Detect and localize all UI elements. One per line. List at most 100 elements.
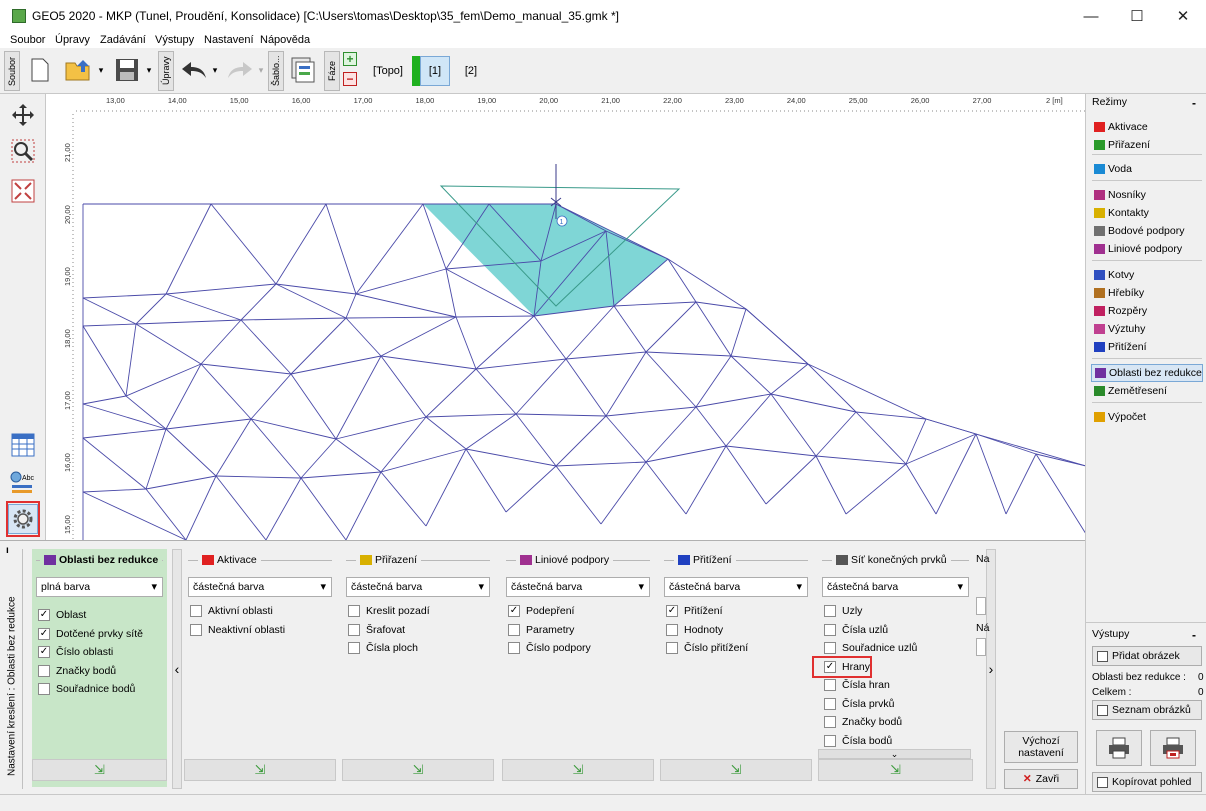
fill-mode-dropdown[interactable]: částečná barva — [346, 577, 490, 597]
checkbox-item[interactable]: Čísla ploch — [348, 640, 418, 656]
checkbox-item[interactable]: Značky bodů — [38, 663, 116, 679]
checkbox-item[interactable]: Neaktivní oblasti — [190, 622, 285, 638]
checkbox-item[interactable]: ✓ Dotčené prvky sítě — [38, 626, 143, 642]
remove-phase-icon[interactable]: − — [343, 72, 357, 86]
group-resize-handle[interactable]: ⇲ — [660, 759, 812, 781]
open-file-icon[interactable] — [64, 54, 94, 86]
checkbox-item[interactable]: Čísla uzlů — [824, 622, 888, 638]
redo-icon[interactable] — [224, 54, 256, 86]
group-resize-handle[interactable]: ⇲ — [184, 759, 336, 781]
upravy-tab[interactable]: Úpravy — [158, 51, 174, 91]
mode-item-voda[interactable]: Voda — [1094, 160, 1132, 178]
save-icon[interactable] — [112, 54, 142, 86]
checkbox-item[interactable]: Kreslit pozadí — [348, 603, 430, 619]
mode-item-prirazeni[interactable]: Přiřazení — [1094, 136, 1150, 154]
checkbox-checked[interactable]: ✓ — [38, 609, 50, 621]
undo-icon[interactable] — [178, 54, 210, 86]
checkbox-unchecked[interactable] — [824, 679, 836, 691]
checkbox-item[interactable]: ✓ Oblast — [38, 607, 86, 623]
menu-nastaveni[interactable]: Nastavení — [204, 34, 254, 46]
checkbox-item[interactable]: Číslo přitížení — [666, 640, 748, 656]
next-group-input-2[interactable] — [976, 638, 986, 656]
menu-napoveda[interactable]: Nápověda — [260, 34, 310, 46]
checkbox-item[interactable]: Hodnoty — [666, 622, 723, 638]
copy-view-button[interactable]: Kopírovat pohled — [1092, 772, 1202, 792]
outputs-collapse-button[interactable]: - — [1192, 628, 1196, 642]
table-icon[interactable] — [8, 430, 38, 460]
group-resize-handle[interactable]: ⇲ — [818, 759, 973, 781]
checkbox-unchecked[interactable] — [824, 642, 836, 654]
checkbox-item[interactable]: Parametry — [508, 622, 574, 638]
maximize-button[interactable]: ☐ — [1114, 0, 1160, 32]
checkbox-item[interactable]: ✓ Přitížení — [666, 603, 723, 619]
mode-item-liniove-podpory[interactable]: Liniové podpory — [1094, 240, 1182, 258]
soubor-tab[interactable]: Soubor — [4, 51, 20, 91]
zoom-icon[interactable] — [8, 136, 38, 166]
checkbox-unchecked[interactable] — [348, 642, 360, 654]
checkbox-unchecked[interactable] — [824, 697, 836, 710]
open-dropdown-icon[interactable]: ▾ — [96, 62, 106, 78]
checkbox-unchecked[interactable] — [190, 623, 202, 636]
phase-2[interactable]: [2] — [456, 56, 486, 86]
mode-item-kotvy[interactable]: Kotvy — [1094, 266, 1134, 284]
checkbox-checked[interactable]: ✓ — [38, 627, 50, 640]
checkbox-item[interactable]: Číslo podpory — [508, 640, 591, 656]
mode-item-hrebiky[interactable]: Hřebíky — [1094, 284, 1144, 302]
close-settings-button[interactable]: ✕ Zavři — [1004, 769, 1078, 789]
mode-item-kontakty[interactable]: Kontakty — [1094, 204, 1149, 222]
templates-icon[interactable] — [288, 54, 318, 86]
undo-dropdown-icon[interactable]: ▾ — [210, 62, 220, 78]
redo-dropdown-icon[interactable]: ▾ — [256, 62, 266, 78]
checkbox-unchecked[interactable] — [824, 734, 836, 747]
checkbox-item[interactable]: ✓ Podepření — [508, 603, 574, 619]
drawing-canvas[interactable]: 13,00 14,00 15,00 16,00 17,00 18,00 19,00 20,00… — [45, 94, 1085, 540]
faze-tab[interactable]: Fáze — [324, 51, 340, 91]
fill-mode-dropdown[interactable]: částečná barva — [506, 577, 650, 597]
checkbox-item[interactable]: Souřadnice bodů — [38, 681, 135, 697]
checkbox-item[interactable]: Značky bodů — [824, 714, 902, 730]
checkbox-unchecked[interactable] — [348, 605, 360, 617]
add-image-button[interactable]: Přidat obrázek — [1092, 646, 1202, 666]
menu-soubor[interactable]: Soubor — [10, 34, 45, 46]
mode-item-aktivace[interactable]: Aktivace — [1094, 118, 1148, 136]
checkbox-unchecked[interactable] — [824, 716, 836, 728]
checkbox-unchecked[interactable] — [508, 623, 520, 636]
mode-item-vyztuhy[interactable]: Výztuhy — [1094, 320, 1145, 338]
group-resize-handle[interactable]: ⇲ — [502, 759, 654, 781]
checkbox-unchecked[interactable] — [348, 623, 360, 636]
checkbox-checked[interactable]: ✓ — [38, 646, 50, 658]
checkbox-unchecked[interactable] — [190, 605, 202, 617]
checkbox-item[interactable]: Čísla bodů — [824, 733, 892, 749]
mode-item-zemetreseni[interactable]: Zemětřesení — [1094, 382, 1167, 400]
scroll-right-button[interactable]: › — [986, 549, 996, 789]
checkbox-unchecked[interactable] — [824, 605, 836, 617]
group-resize-handle[interactable]: ⇲ — [342, 759, 494, 781]
checkbox-item[interactable]: Uzly — [824, 603, 862, 619]
group-resize-handle[interactable]: ⇲ — [32, 759, 167, 781]
add-phase-icon[interactable]: + — [343, 52, 357, 66]
checkbox-unchecked[interactable] — [824, 623, 836, 636]
mode-item-pritizeni[interactable]: Přitížení — [1094, 338, 1147, 356]
phase-topo[interactable]: [Topo] — [368, 56, 408, 86]
checkbox-item[interactable]: Šrafovat — [348, 622, 405, 638]
checkbox-unchecked[interactable] — [38, 664, 50, 677]
checkbox-item[interactable]: Čísla hran — [824, 677, 890, 693]
close-button[interactable]: ✕ — [1160, 0, 1206, 32]
pin-icon[interactable]: ı — [6, 545, 9, 556]
zoom-extents-icon[interactable] — [8, 176, 38, 206]
fill-mode-dropdown[interactable]: plná barva — [36, 577, 163, 597]
move-icon[interactable] — [8, 100, 38, 130]
mode-item-vypocet[interactable]: Výpočet — [1094, 408, 1146, 426]
checkbox-unchecked[interactable] — [508, 642, 520, 654]
mode-item-rozpery[interactable]: Rozpěry — [1094, 302, 1147, 320]
save-dropdown-icon[interactable]: ▾ — [144, 62, 154, 78]
checkbox-item[interactable]: ✓ Číslo oblasti — [38, 644, 113, 660]
menu-vystupy[interactable]: Výstupy — [155, 34, 194, 46]
menu-upravy[interactable]: Úpravy — [55, 34, 90, 46]
fill-mode-dropdown[interactable]: částečná barva — [664, 577, 808, 597]
checkbox-unchecked[interactable] — [38, 683, 50, 695]
checkbox-item[interactable]: Aktivní oblasti — [190, 603, 273, 619]
checkbox-item[interactable]: Souřadnice uzlů — [824, 640, 917, 656]
fill-mode-dropdown[interactable]: částečná barva — [822, 577, 969, 597]
mode-item-oblasti-bez-redukce[interactable]: Oblasti bez redukce — [1091, 364, 1203, 382]
